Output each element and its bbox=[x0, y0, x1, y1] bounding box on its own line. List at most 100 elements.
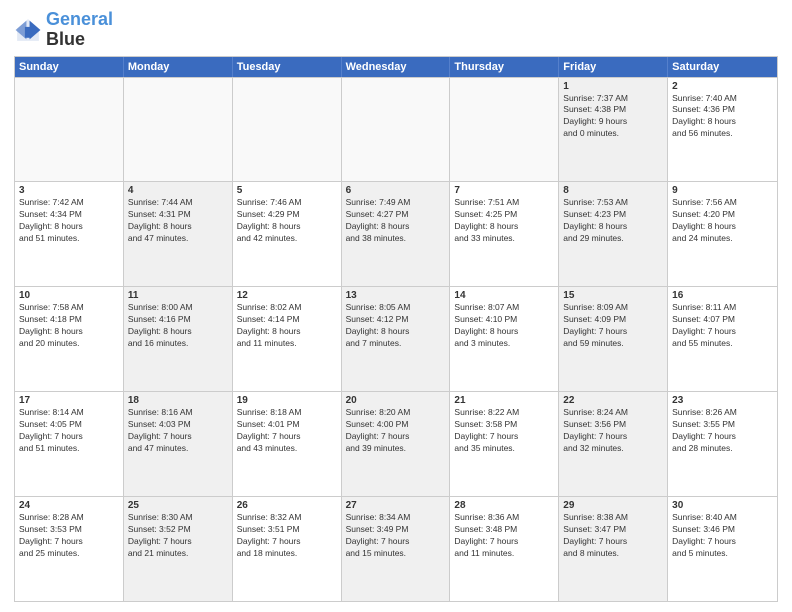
calendar-cell-14: 14Sunrise: 8:07 AM Sunset: 4:10 PM Dayli… bbox=[450, 287, 559, 391]
header: General Blue bbox=[14, 10, 778, 50]
day-detail: Sunrise: 7:58 AM Sunset: 4:18 PM Dayligh… bbox=[19, 302, 119, 350]
day-number: 5 bbox=[237, 185, 337, 196]
calendar-cell-3: 3Sunrise: 7:42 AM Sunset: 4:34 PM Daylig… bbox=[15, 182, 124, 286]
day-number: 12 bbox=[237, 290, 337, 301]
calendar-cell-6: 6Sunrise: 7:49 AM Sunset: 4:27 PM Daylig… bbox=[342, 182, 451, 286]
day-detail: Sunrise: 7:44 AM Sunset: 4:31 PM Dayligh… bbox=[128, 197, 228, 245]
calendar-cell-19: 19Sunrise: 8:18 AM Sunset: 4:01 PM Dayli… bbox=[233, 392, 342, 496]
calendar-row-2: 10Sunrise: 7:58 AM Sunset: 4:18 PM Dayli… bbox=[15, 286, 777, 391]
calendar-cell-18: 18Sunrise: 8:16 AM Sunset: 4:03 PM Dayli… bbox=[124, 392, 233, 496]
day-detail: Sunrise: 8:00 AM Sunset: 4:16 PM Dayligh… bbox=[128, 302, 228, 350]
calendar-body: 1Sunrise: 7:37 AM Sunset: 4:38 PM Daylig… bbox=[15, 77, 777, 601]
day-detail: Sunrise: 7:56 AM Sunset: 4:20 PM Dayligh… bbox=[672, 197, 773, 245]
day-number: 9 bbox=[672, 185, 773, 196]
day-number: 18 bbox=[128, 395, 228, 406]
calendar-cell-7: 7Sunrise: 7:51 AM Sunset: 4:25 PM Daylig… bbox=[450, 182, 559, 286]
day-detail: Sunrise: 8:32 AM Sunset: 3:51 PM Dayligh… bbox=[237, 512, 337, 560]
calendar-cell-5: 5Sunrise: 7:46 AM Sunset: 4:29 PM Daylig… bbox=[233, 182, 342, 286]
day-detail: Sunrise: 8:38 AM Sunset: 3:47 PM Dayligh… bbox=[563, 512, 663, 560]
calendar-cell-24: 24Sunrise: 8:28 AM Sunset: 3:53 PM Dayli… bbox=[15, 497, 124, 601]
calendar-row-0: 1Sunrise: 7:37 AM Sunset: 4:38 PM Daylig… bbox=[15, 77, 777, 182]
day-number: 23 bbox=[672, 395, 773, 406]
day-number: 15 bbox=[563, 290, 663, 301]
day-detail: Sunrise: 8:09 AM Sunset: 4:09 PM Dayligh… bbox=[563, 302, 663, 350]
day-number: 29 bbox=[563, 500, 663, 511]
day-detail: Sunrise: 8:26 AM Sunset: 3:55 PM Dayligh… bbox=[672, 407, 773, 455]
calendar-cell-25: 25Sunrise: 8:30 AM Sunset: 3:52 PM Dayli… bbox=[124, 497, 233, 601]
calendar-cell-4: 4Sunrise: 7:44 AM Sunset: 4:31 PM Daylig… bbox=[124, 182, 233, 286]
day-detail: Sunrise: 8:02 AM Sunset: 4:14 PM Dayligh… bbox=[237, 302, 337, 350]
weekday-header-saturday: Saturday bbox=[668, 57, 777, 77]
logo: General Blue bbox=[14, 10, 113, 50]
calendar-cell-28: 28Sunrise: 8:36 AM Sunset: 3:48 PM Dayli… bbox=[450, 497, 559, 601]
day-detail: Sunrise: 7:51 AM Sunset: 4:25 PM Dayligh… bbox=[454, 197, 554, 245]
day-number: 20 bbox=[346, 395, 446, 406]
day-detail: Sunrise: 8:18 AM Sunset: 4:01 PM Dayligh… bbox=[237, 407, 337, 455]
day-number: 10 bbox=[19, 290, 119, 301]
day-number: 19 bbox=[237, 395, 337, 406]
calendar-cell-8: 8Sunrise: 7:53 AM Sunset: 4:23 PM Daylig… bbox=[559, 182, 668, 286]
calendar-cell-12: 12Sunrise: 8:02 AM Sunset: 4:14 PM Dayli… bbox=[233, 287, 342, 391]
day-number: 14 bbox=[454, 290, 554, 301]
day-number: 6 bbox=[346, 185, 446, 196]
day-number: 30 bbox=[672, 500, 773, 511]
calendar-cell-30: 30Sunrise: 8:40 AM Sunset: 3:46 PM Dayli… bbox=[668, 497, 777, 601]
day-number: 11 bbox=[128, 290, 228, 301]
day-number: 25 bbox=[128, 500, 228, 511]
day-number: 17 bbox=[19, 395, 119, 406]
day-detail: Sunrise: 7:53 AM Sunset: 4:23 PM Dayligh… bbox=[563, 197, 663, 245]
day-detail: Sunrise: 7:37 AM Sunset: 4:38 PM Dayligh… bbox=[563, 93, 663, 141]
calendar-header: SundayMondayTuesdayWednesdayThursdayFrid… bbox=[15, 57, 777, 77]
day-detail: Sunrise: 8:16 AM Sunset: 4:03 PM Dayligh… bbox=[128, 407, 228, 455]
day-detail: Sunrise: 8:28 AM Sunset: 3:53 PM Dayligh… bbox=[19, 512, 119, 560]
calendar-cell-16: 16Sunrise: 8:11 AM Sunset: 4:07 PM Dayli… bbox=[668, 287, 777, 391]
day-detail: Sunrise: 8:34 AM Sunset: 3:49 PM Dayligh… bbox=[346, 512, 446, 560]
day-number: 2 bbox=[672, 81, 773, 92]
day-detail: Sunrise: 8:40 AM Sunset: 3:46 PM Dayligh… bbox=[672, 512, 773, 560]
weekday-header-monday: Monday bbox=[124, 57, 233, 77]
calendar-row-3: 17Sunrise: 8:14 AM Sunset: 4:05 PM Dayli… bbox=[15, 391, 777, 496]
weekday-header-thursday: Thursday bbox=[450, 57, 559, 77]
day-detail: Sunrise: 8:30 AM Sunset: 3:52 PM Dayligh… bbox=[128, 512, 228, 560]
day-number: 21 bbox=[454, 395, 554, 406]
day-detail: Sunrise: 7:46 AM Sunset: 4:29 PM Dayligh… bbox=[237, 197, 337, 245]
calendar-cell-20: 20Sunrise: 8:20 AM Sunset: 4:00 PM Dayli… bbox=[342, 392, 451, 496]
calendar-cell-29: 29Sunrise: 8:38 AM Sunset: 3:47 PM Dayli… bbox=[559, 497, 668, 601]
calendar-cell-empty-1 bbox=[124, 78, 233, 182]
logo-icon bbox=[14, 16, 42, 44]
calendar-cell-11: 11Sunrise: 8:00 AM Sunset: 4:16 PM Dayli… bbox=[124, 287, 233, 391]
day-detail: Sunrise: 7:42 AM Sunset: 4:34 PM Dayligh… bbox=[19, 197, 119, 245]
weekday-header-wednesday: Wednesday bbox=[342, 57, 451, 77]
calendar: SundayMondayTuesdayWednesdayThursdayFrid… bbox=[14, 56, 778, 602]
day-detail: Sunrise: 7:49 AM Sunset: 4:27 PM Dayligh… bbox=[346, 197, 446, 245]
calendar-cell-15: 15Sunrise: 8:09 AM Sunset: 4:09 PM Dayli… bbox=[559, 287, 668, 391]
weekday-header-friday: Friday bbox=[559, 57, 668, 77]
day-number: 4 bbox=[128, 185, 228, 196]
calendar-cell-2: 2Sunrise: 7:40 AM Sunset: 4:36 PM Daylig… bbox=[668, 78, 777, 182]
calendar-cell-1: 1Sunrise: 7:37 AM Sunset: 4:38 PM Daylig… bbox=[559, 78, 668, 182]
day-detail: Sunrise: 8:36 AM Sunset: 3:48 PM Dayligh… bbox=[454, 512, 554, 560]
calendar-cell-23: 23Sunrise: 8:26 AM Sunset: 3:55 PM Dayli… bbox=[668, 392, 777, 496]
day-number: 27 bbox=[346, 500, 446, 511]
day-number: 28 bbox=[454, 500, 554, 511]
day-number: 8 bbox=[563, 185, 663, 196]
calendar-cell-17: 17Sunrise: 8:14 AM Sunset: 4:05 PM Dayli… bbox=[15, 392, 124, 496]
day-detail: Sunrise: 8:20 AM Sunset: 4:00 PM Dayligh… bbox=[346, 407, 446, 455]
day-number: 22 bbox=[563, 395, 663, 406]
weekday-header-tuesday: Tuesday bbox=[233, 57, 342, 77]
day-detail: Sunrise: 8:14 AM Sunset: 4:05 PM Dayligh… bbox=[19, 407, 119, 455]
calendar-cell-21: 21Sunrise: 8:22 AM Sunset: 3:58 PM Dayli… bbox=[450, 392, 559, 496]
day-detail: Sunrise: 8:24 AM Sunset: 3:56 PM Dayligh… bbox=[563, 407, 663, 455]
day-detail: Sunrise: 7:40 AM Sunset: 4:36 PM Dayligh… bbox=[672, 93, 773, 141]
day-number: 26 bbox=[237, 500, 337, 511]
calendar-cell-10: 10Sunrise: 7:58 AM Sunset: 4:18 PM Dayli… bbox=[15, 287, 124, 391]
day-number: 16 bbox=[672, 290, 773, 301]
calendar-cell-22: 22Sunrise: 8:24 AM Sunset: 3:56 PM Dayli… bbox=[559, 392, 668, 496]
day-number: 24 bbox=[19, 500, 119, 511]
page: General Blue SundayMondayTuesdayWednesda… bbox=[0, 0, 792, 612]
day-detail: Sunrise: 8:07 AM Sunset: 4:10 PM Dayligh… bbox=[454, 302, 554, 350]
weekday-header-sunday: Sunday bbox=[15, 57, 124, 77]
calendar-cell-empty-3 bbox=[342, 78, 451, 182]
calendar-row-4: 24Sunrise: 8:28 AM Sunset: 3:53 PM Dayli… bbox=[15, 496, 777, 601]
day-number: 3 bbox=[19, 185, 119, 196]
